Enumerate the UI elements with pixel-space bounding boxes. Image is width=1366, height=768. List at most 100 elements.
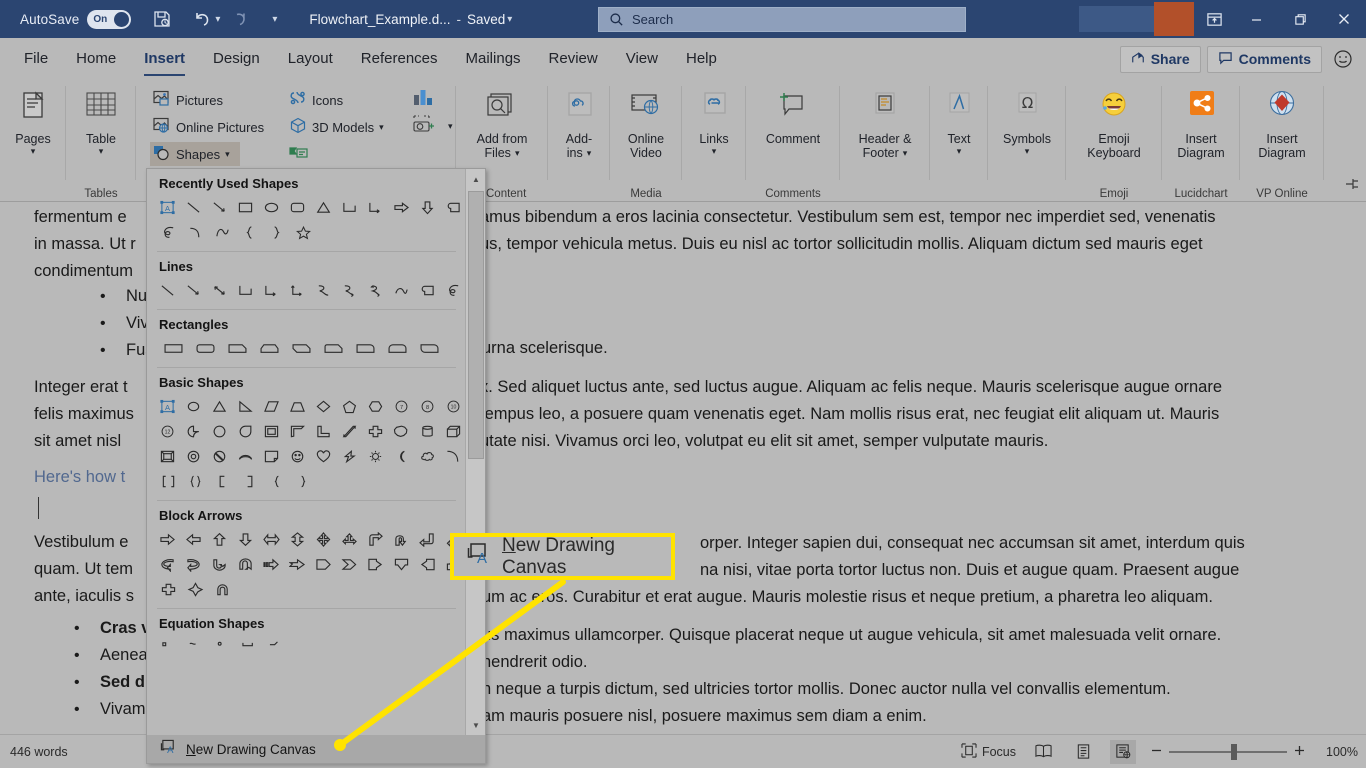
shape-l-shape[interactable] — [311, 419, 337, 444]
shape-arrow-left[interactable] — [181, 527, 207, 552]
chevron-down-icon[interactable]: ▾ — [587, 149, 592, 158]
tab-references[interactable]: References — [347, 38, 452, 80]
shape-textbox[interactable]: A — [155, 394, 181, 419]
chevron-down-icon[interactable]: ▾ — [903, 149, 908, 158]
shape-double-brace[interactable] — [182, 469, 209, 494]
scrollbar-thumb[interactable] — [468, 191, 484, 459]
shape-cube[interactable] — [440, 419, 466, 444]
shape-chevron-arrow[interactable] — [336, 552, 362, 577]
shape-cross-arrow[interactable] — [155, 577, 182, 602]
shape-striped-right-arrow[interactable] — [259, 552, 285, 577]
chevron-down-icon[interactable]: ▾ — [712, 147, 717, 156]
shape-left-brace-shape[interactable] — [263, 469, 290, 494]
shape-arc[interactable] — [388, 278, 414, 303]
shape-down-arrow-callout[interactable] — [388, 552, 414, 577]
tab-home[interactable]: Home — [62, 38, 130, 80]
smiley-icon[interactable] — [1328, 44, 1358, 74]
undo-dropdown-icon[interactable]: ▾ — [215, 14, 220, 25]
shape-u-turn-arrow[interactable] — [388, 527, 414, 552]
shape-left-square-bracket[interactable] — [209, 469, 236, 494]
chevron-down-icon[interactable]: ▾ — [1025, 147, 1030, 156]
3d-models-button[interactable]: 3D Models ▾ — [286, 115, 387, 139]
shape-folded-corner[interactable] — [259, 444, 285, 469]
shape-curved-double-arrow[interactable] — [362, 278, 388, 303]
shape-snip-single-corner[interactable] — [221, 336, 253, 361]
shape-freeform-shape[interactable] — [414, 278, 440, 303]
shape-heart[interactable] — [311, 444, 337, 469]
tab-design[interactable]: Design — [199, 38, 274, 80]
shape-division-sign[interactable] — [209, 635, 236, 660]
word-count[interactable]: 446 words — [10, 745, 68, 759]
shape-frame[interactable] — [259, 419, 285, 444]
shape-round-same-side-corner[interactable] — [381, 336, 413, 361]
comments-button[interactable]: Comments — [1206, 45, 1322, 73]
shape-trapezoid[interactable] — [285, 394, 311, 419]
shape-flowchart-card[interactable] — [440, 195, 466, 220]
shape-octagon[interactable]: 8 — [414, 394, 440, 419]
smartart-button[interactable] — [286, 142, 312, 166]
vp-online-insert-diagram-button[interactable]: Insert Diagram — [1240, 84, 1324, 160]
shape-right-brace-shape[interactable] — [290, 469, 317, 494]
tab-insert[interactable]: Insert — [130, 38, 199, 80]
shape-diagonal-stripe[interactable] — [336, 419, 362, 444]
zoom-thumb[interactable] — [1231, 743, 1237, 760]
shape-arrow-up[interactable] — [207, 527, 233, 552]
read-mode-icon[interactable] — [1030, 740, 1056, 764]
shape-bevel[interactable] — [155, 444, 181, 469]
chevron-down-icon[interactable]: ▾ — [515, 149, 520, 158]
icons-button[interactable]: Icons — [286, 88, 346, 112]
shape-curve[interactable] — [209, 220, 236, 245]
shape-line[interactable] — [181, 195, 207, 220]
online-video-button[interactable]: Online Video — [610, 84, 682, 160]
shape-quad-arrow[interactable] — [311, 527, 337, 552]
shape-cross[interactable] — [362, 419, 388, 444]
minimize-button[interactable] — [1234, 0, 1278, 38]
lucidchart-insert-diagram-button[interactable]: Insert Diagram — [1162, 84, 1240, 160]
shape-arc-shape[interactable] — [440, 444, 466, 469]
shape-notched-right-arrow[interactable] — [285, 552, 311, 577]
pictures-button[interactable]: Pictures — [150, 88, 226, 112]
tab-help[interactable]: Help — [672, 38, 731, 80]
shape-equal-sign[interactable] — [182, 635, 209, 660]
zoom-level[interactable]: 100% — [1320, 745, 1358, 759]
shape-up-down-arrow[interactable] — [285, 527, 311, 552]
save-icon[interactable] — [145, 2, 179, 36]
chevron-down-icon[interactable]: ▾ — [225, 150, 230, 159]
shape-line-arrow[interactable] — [181, 278, 207, 303]
zoom-track[interactable] — [1169, 743, 1287, 760]
web-layout-icon[interactable] — [1110, 739, 1136, 764]
pin-ribbon-icon[interactable] — [1343, 176, 1361, 197]
online-pictures-button[interactable]: Online Pictures — [150, 115, 267, 139]
autosave-toggle[interactable]: On — [87, 9, 132, 29]
shape-freeform-scribble[interactable] — [155, 220, 182, 245]
shape-round-diagonal-corner[interactable] — [413, 336, 445, 361]
shape-oval[interactable] — [259, 195, 285, 220]
close-button[interactable] — [1322, 0, 1366, 38]
shape-round-single-corner[interactable] — [349, 336, 381, 361]
zoom-out-button[interactable] — [1150, 744, 1163, 760]
shape-pie[interactable] — [181, 419, 207, 444]
chevron-down-icon[interactable]: ▾ — [99, 147, 104, 156]
shape-multiply-sign[interactable] — [263, 635, 290, 660]
shape-rectangle[interactable] — [157, 336, 189, 361]
shape-curved-arrow-connector[interactable] — [336, 278, 362, 303]
symbols-button[interactable]: Ω Symbols ▾ — [988, 84, 1066, 156]
gallery-scrollbar[interactable]: ▲ ▼ — [465, 169, 485, 735]
chevron-down-icon[interactable]: ▾ — [379, 123, 384, 132]
shape-dodecagon[interactable]: 12 — [155, 419, 181, 444]
shape-sun[interactable] — [362, 444, 388, 469]
shape-arc[interactable] — [182, 220, 209, 245]
new-comment-button[interactable]: Comment — [746, 84, 840, 146]
shape-block-arc[interactable] — [233, 444, 259, 469]
shape-curved-up-arrow[interactable] — [207, 552, 233, 577]
shape-regular-pentagon-star[interactable] — [388, 419, 414, 444]
shape-hexagon[interactable] — [362, 394, 388, 419]
header-footer-button[interactable]: Header & Footer ▾ — [840, 84, 930, 160]
shape-curved-connector[interactable] — [311, 278, 337, 303]
shape-isosceles-triangle[interactable] — [207, 394, 233, 419]
shape-heptagon[interactable]: 7 — [388, 394, 414, 419]
tab-view[interactable]: View — [612, 38, 672, 80]
shape-rounded-rect[interactable] — [189, 336, 221, 361]
shape-curved-down-arrow[interactable] — [233, 552, 259, 577]
shape-right-arrow[interactable] — [388, 195, 414, 220]
